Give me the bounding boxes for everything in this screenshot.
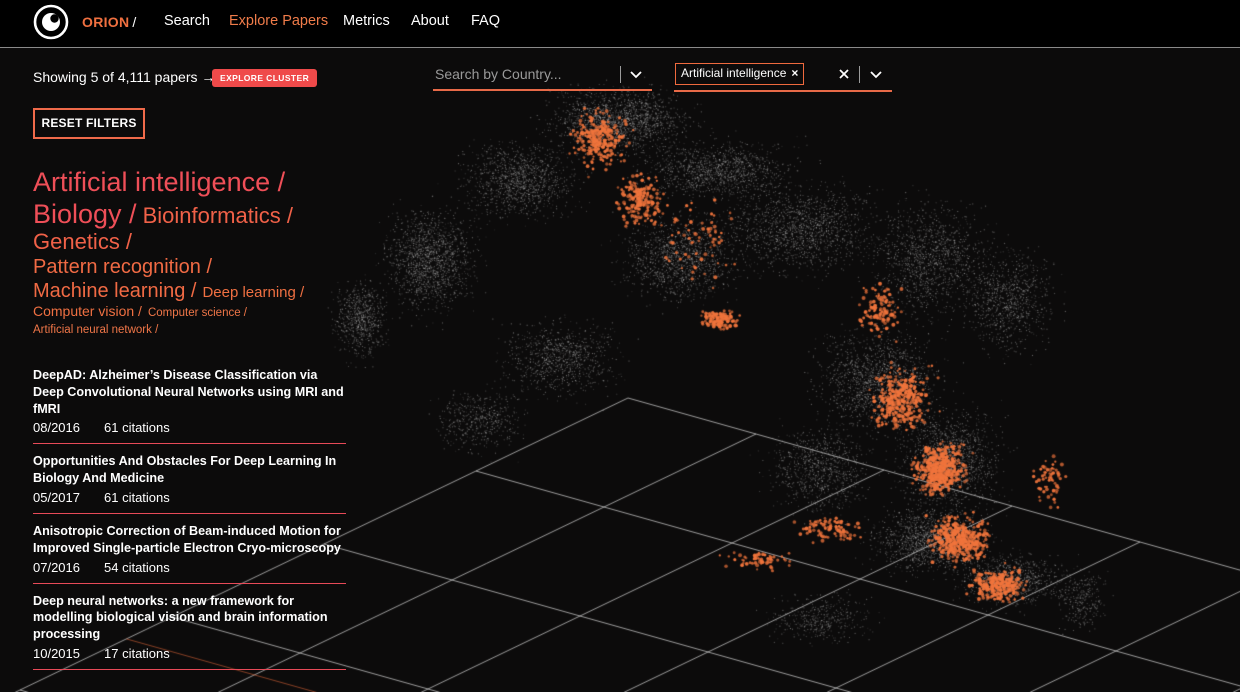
tag-row: Pattern recognition / [33,257,363,277]
paper-citations: 61 citations [104,489,170,505]
paper-list-item[interactable]: Anisotropic Correction of Beam-induced M… [33,514,346,584]
reset-filters-button[interactable]: RESET FILTERS [33,108,145,139]
topic-tag[interactable]: Artificial neural network / [33,324,158,337]
paper-date: 07/2016 [33,559,80,575]
paper-title[interactable]: Deep neural networks: a new framework fo… [33,593,346,643]
brand-slash: / [132,14,137,30]
paper-title[interactable]: Opportunities And Obstacles For Deep Lea… [33,453,346,487]
tag-row: Machine learning / Deep learning / [33,281,363,301]
tag-row: Computer vision / Computer science / [33,304,363,320]
nav-explore-papers[interactable]: Explore Papers [229,13,328,29]
paper-title[interactable]: DeepAD: Alzheimer’s Disease Classificati… [33,367,346,417]
country-search-input[interactable] [433,60,613,88]
explore-cluster-button[interactable]: EXPLORE CLUSTER [212,69,318,87]
filter-chip-label: Artificial intelligence [681,66,787,80]
paper-list: DeepAD: Alzheimer’s Disease Classificati… [33,367,346,670]
results-count: Showing 5 of 4,111 papers → [33,69,216,85]
topic-tag[interactable]: Deep learning / [202,285,304,300]
top-nav-bar: ORION / Search Explore Papers Metrics Abo… [0,0,1240,48]
tag-row: Genetics / [33,231,363,253]
brand-name: ORION [82,14,130,30]
chip-remove-icon[interactable]: × [791,66,798,80]
paper-meta: 07/2016 54 citations [33,560,346,576]
nav-about[interactable]: About [411,13,449,29]
topic-tag[interactable]: Computer science / [148,307,247,320]
paper-date: 08/2016 [33,420,80,436]
close-icon[interactable] [836,66,852,82]
paper-title[interactable]: Anisotropic Correction of Beam-induced M… [33,523,346,557]
chevron-down-icon[interactable] [628,67,644,83]
brand[interactable]: ORION / [82,14,137,30]
tag-row: Artificial neural network / [33,321,363,337]
nav-metrics[interactable]: Metrics [343,13,390,29]
divider [859,66,860,83]
country-search [433,60,652,91]
paper-meta: 05/2017 61 citations [33,490,346,506]
paper-list-item[interactable]: Deep neural networks: a new framework fo… [33,584,346,670]
topic-tag[interactable]: Biology / [33,201,137,228]
topic-tag[interactable]: Machine learning / [33,281,196,301]
tag-row: Biology / Bioinformatics / [33,201,363,228]
orion-logo-icon[interactable] [33,4,69,40]
paper-list-item[interactable]: DeepAD: Alzheimer’s Disease Classificati… [33,367,346,445]
paper-meta: 10/2015 17 citations [33,646,346,662]
topic-tag[interactable]: Computer vision / [33,304,142,318]
paper-list-item[interactable]: Opportunities And Obstacles For Deep Lea… [33,444,346,514]
topic-tag-cloud: Artificial intelligence / Biology / Bioinf… [33,166,363,337]
paper-citations: 17 citations [104,645,170,661]
topic-tag[interactable]: Artificial intelligence / [33,169,285,196]
topic-tag[interactable]: Genetics / [33,231,132,253]
topic-tag[interactable]: Bioinformatics / [143,205,293,227]
results-panel: Showing 5 of 4,111 papers → EXPLORE CLUS… [0,48,370,692]
paper-meta: 08/2016 61 citations [33,420,346,436]
tag-row: Artificial intelligence / [33,169,363,196]
nav-search[interactable]: Search [164,13,210,29]
paper-citations: 61 citations [104,420,170,436]
topic-tag[interactable]: Pattern recognition / [33,257,212,277]
field-filter: Artificial intelligence × [674,60,892,92]
nav-faq[interactable]: FAQ [471,13,500,29]
divider [620,66,621,83]
filter-chip[interactable]: Artificial intelligence × [675,63,805,85]
paper-date: 05/2017 [33,489,80,505]
paper-date: 10/2015 [33,645,80,661]
paper-citations: 54 citations [104,559,170,575]
chevron-down-icon[interactable] [868,67,884,83]
